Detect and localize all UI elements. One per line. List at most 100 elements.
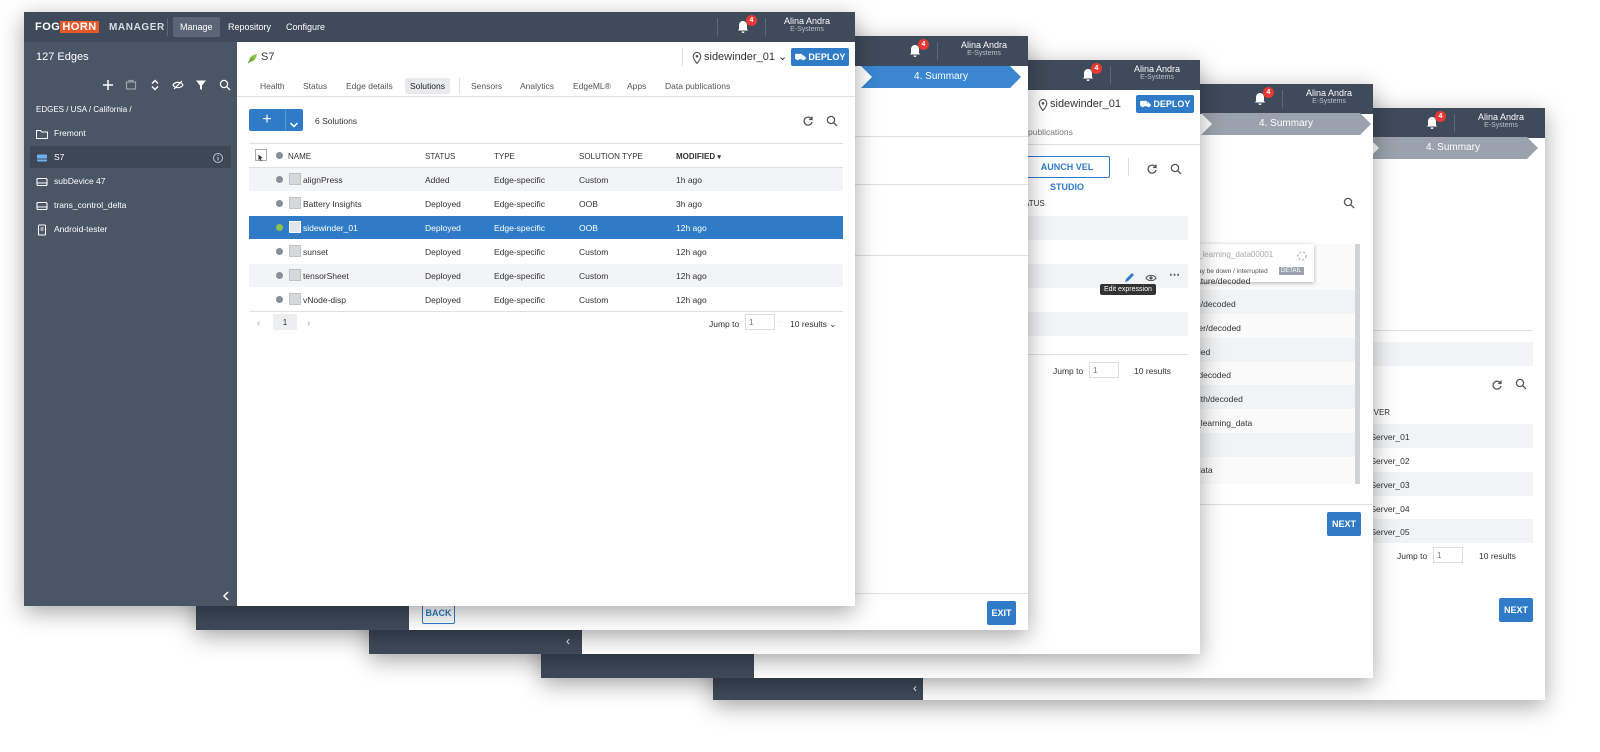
user-menu[interactable]: Alina Andra E-Systems (771, 16, 843, 33)
exit-button[interactable]: EXIT (987, 601, 1016, 625)
add-solution-button[interactable]: + (249, 109, 303, 131)
jump-to-input[interactable] (745, 314, 775, 330)
edit-expression-tooltip: Edit expression (1100, 284, 1156, 295)
edge-count: 127 Edges (36, 51, 89, 63)
deploy-button[interactable]: ⛟ DEPLOY (791, 48, 849, 66)
prev-page-icon[interactable]: ‹ (257, 318, 260, 329)
nav-manage[interactable]: Manage (173, 17, 220, 37)
tab-sensors[interactable]: Sensors (466, 78, 507, 94)
refresh-icon[interactable] (1491, 378, 1503, 390)
search-icon[interactable] (219, 78, 231, 91)
location-select[interactable]: sidewinder_01 ⌄ (704, 50, 787, 63)
nav-configure[interactable]: Configure (279, 17, 332, 37)
user-menu[interactable]: Alina Andra E-Systems (948, 40, 1020, 57)
sidebar-footer (369, 630, 582, 654)
cell-status: Deployed (425, 199, 461, 209)
popover-value: _learning_data00001 (1198, 250, 1274, 259)
cell-solution-type: Custom (579, 271, 609, 281)
chevron-down-icon[interactable] (289, 116, 299, 128)
column-header-status[interactable]: STATUS (425, 152, 455, 161)
move-icon[interactable] (125, 78, 137, 90)
detail-badge[interactable]: DETAIL (1279, 267, 1304, 275)
refresh-icon[interactable] (1146, 162, 1158, 174)
collapse-icon[interactable]: ‹ (913, 681, 917, 695)
jump-to-input[interactable]: 1 (1089, 362, 1119, 378)
notification-count: 4 (746, 15, 757, 26)
breadcrumb[interactable]: EDGES / USA / California / (36, 105, 132, 114)
user-menu[interactable]: Alina Andra E-Systems (1293, 88, 1365, 105)
table-row[interactable]: alignPress Added Edge-specific Custom 1h… (249, 168, 843, 191)
table-row[interactable]: vNode-disp Deployed Edge-specific Custom… (249, 288, 843, 311)
tab-data-publications[interactable]: Data publications (660, 78, 735, 94)
notification-bell[interactable]: 4 (1253, 87, 1274, 106)
tab-solutions[interactable]: Solutions (405, 78, 450, 94)
tab-status[interactable]: Status (298, 78, 332, 94)
tree-item-subdevice-47[interactable]: subDevice 47 (30, 170, 231, 192)
tab-analytics[interactable]: Analytics (515, 78, 559, 94)
search-icon[interactable] (1515, 377, 1527, 390)
tree-item-s7[interactable]: S7 (30, 146, 231, 168)
table-row[interactable]: tensorSheet Deployed Edge-specific Custo… (249, 264, 843, 287)
tab-apps[interactable]: Apps (622, 78, 651, 94)
results-per-page[interactable]: 10 results ⌄ (790, 319, 836, 330)
next-button[interactable]: NEXT (1499, 598, 1533, 622)
filter-icon[interactable] (195, 78, 207, 90)
notification-bell[interactable]: 4 (1425, 111, 1446, 130)
page-number[interactable]: 1 (273, 314, 297, 330)
status-dot (276, 296, 283, 303)
edit-icon[interactable] (1124, 270, 1135, 282)
tab-edgeml[interactable]: EdgeML® (568, 78, 616, 94)
deploy-button[interactable]: ⛟ DEPLOY (1136, 95, 1194, 113)
add-icon[interactable] (102, 78, 114, 90)
jump-to-input[interactable]: 1 (1433, 547, 1463, 563)
column-header-name[interactable]: NAME (288, 152, 311, 161)
tree-item-android-tester[interactable]: Android-tester (30, 218, 231, 240)
next-button[interactable]: NEXT (1327, 512, 1361, 536)
location-pin-icon (692, 51, 702, 65)
search-icon[interactable] (1343, 196, 1355, 209)
tree-item-fremont[interactable]: Fremont (30, 122, 231, 144)
tab-edge-details[interactable]: Edge details (341, 78, 398, 94)
next-page-icon[interactable]: › (307, 318, 310, 329)
select-all-icon[interactable] (255, 149, 267, 162)
notification-bell[interactable]: 4 (1081, 63, 1102, 82)
nav-repository[interactable]: Repository (221, 17, 278, 37)
results-per-page[interactable]: 10 results (1479, 551, 1516, 561)
info-icon[interactable] (212, 151, 224, 163)
more-icon[interactable]: ⋯ (1169, 268, 1180, 281)
solution-thumbnail (289, 269, 301, 281)
column-header-modified[interactable]: MODIFIED ▾ (676, 152, 721, 161)
column-header-type[interactable]: TYPE (494, 152, 515, 161)
location-pin-icon (1038, 98, 1048, 112)
solution-thumbnail (289, 197, 301, 209)
tab-health[interactable]: Health (255, 78, 290, 94)
search-icon[interactable] (1170, 162, 1182, 175)
eye-icon[interactable] (1145, 270, 1157, 282)
launch-vel-studio-button[interactable]: AUNCH VEL STUDIO (1024, 156, 1110, 192)
search-icon[interactable] (826, 114, 838, 127)
topic-item: ature/decoded (1196, 276, 1251, 286)
sidebar-footer (713, 678, 923, 700)
collapse-icon[interactable]: ‹ (566, 634, 570, 648)
tree-item-trans-control-delta[interactable]: trans_control_delta (30, 194, 231, 216)
results-per-page[interactable]: 10 results (1134, 366, 1171, 376)
scrollbar[interactable] (1355, 244, 1360, 484)
device-icon (36, 151, 48, 163)
status-dot (276, 248, 283, 255)
user-menu[interactable]: Alina Andra E-Systems (1465, 112, 1537, 129)
tab-data-publications[interactable]: publications (1028, 127, 1073, 137)
notification-bell[interactable]: 4 (908, 39, 929, 58)
visibility-icon[interactable] (172, 78, 184, 90)
chevron-left-icon[interactable] (221, 588, 231, 601)
column-header-solution-type[interactable]: SOLUTION TYPE (579, 152, 643, 161)
notification-bell[interactable]: 4 (736, 15, 757, 34)
table-row-selected[interactable]: sidewinder_01 Deployed Edge-specific OOB… (249, 216, 843, 239)
sort-icon[interactable] (149, 78, 161, 91)
table-row[interactable]: sunset Deployed Edge-specific Custom 12h… (249, 240, 843, 263)
location-select[interactable]: sidewinder_01 (1050, 98, 1121, 110)
table-row[interactable]: Battery Insights Deployed Edge-specific … (249, 192, 843, 215)
cell-modified: 12h ago (676, 295, 707, 305)
notification-count: 4 (1091, 63, 1102, 74)
user-menu[interactable]: Alina Andra E-Systems (1121, 64, 1193, 81)
refresh-icon[interactable] (802, 114, 814, 126)
